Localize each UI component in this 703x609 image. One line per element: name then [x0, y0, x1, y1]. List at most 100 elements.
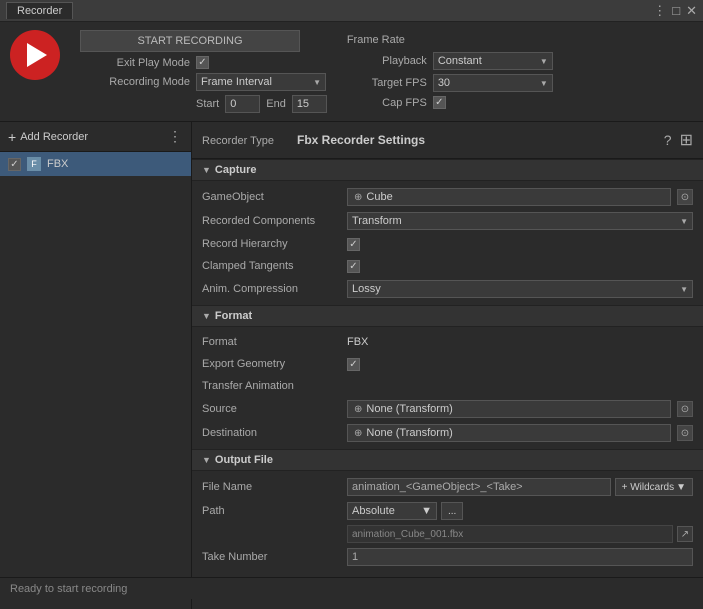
- start-input[interactable]: [225, 95, 260, 113]
- recorder-menu-button[interactable]: ⋮: [168, 128, 183, 145]
- recorder-tab[interactable]: Recorder: [6, 2, 73, 19]
- format-section: ▼ Format Format FBX Export Geometry: [192, 305, 703, 449]
- format-field-value: FBX: [347, 336, 693, 348]
- wildcards-button[interactable]: + Wildcards ▼: [615, 478, 693, 496]
- exit-play-mode-label: Exit Play Mode: [80, 57, 190, 69]
- capture-section-body: GameObject ⊕ Cube ⊙ Recorded Components: [192, 181, 703, 305]
- top-right-controls: Frame Rate Playback Constant ▼ Target FP…: [347, 30, 553, 113]
- playback-row: Playback Constant ▼: [347, 52, 553, 70]
- status-text: Ready to start recording: [10, 583, 127, 595]
- clamped-tangents-label: Clamped Tangents: [202, 260, 347, 272]
- format-section-body: Format FBX Export Geometry Transfer Anim…: [192, 327, 703, 449]
- file-name-value: + Wildcards ▼: [347, 478, 693, 496]
- path-select-text: Absolute: [352, 505, 395, 517]
- format-section-header[interactable]: ▼ Format: [192, 305, 703, 327]
- preview-path-row: animation_Cube_001.fbx ↗: [192, 523, 703, 545]
- source-row: Source ⊕ None (Transform) ⊙: [192, 397, 703, 421]
- anim-compression-select[interactable]: Lossy ▼: [347, 280, 693, 298]
- right-panel-header: Recorder Type Fbx Recorder Settings ? ⊞: [192, 122, 703, 159]
- destination-icon: ⊕: [354, 428, 362, 439]
- file-name-row: File Name + Wildcards ▼: [192, 475, 703, 499]
- end-label: End: [266, 98, 286, 110]
- transfer-animation-row: Transfer Animation: [192, 375, 703, 397]
- exit-play-mode-checkbox[interactable]: [196, 56, 209, 69]
- start-end-row: Start End: [80, 95, 327, 113]
- end-input[interactable]: [292, 95, 327, 113]
- recorder-item-checkbox[interactable]: [8, 158, 21, 171]
- title-bar-right: ⋮ □ ✕: [653, 3, 697, 19]
- recorder-type-container: Recorder Type Fbx Recorder Settings: [202, 133, 425, 147]
- record-hierarchy-row: Record Hierarchy: [192, 233, 703, 255]
- external-link-button[interactable]: ↗: [677, 526, 693, 542]
- start-label: Start: [196, 98, 219, 110]
- destination-picker[interactable]: ⊕ None (Transform): [347, 424, 671, 442]
- output-file-section-body: File Name + Wildcards ▼ Path: [192, 471, 703, 573]
- wildcards-arrow: ▼: [676, 482, 686, 493]
- layout-icon[interactable]: ⊞: [680, 130, 693, 150]
- add-recorder-button[interactable]: + Add Recorder: [8, 129, 88, 145]
- export-geometry-row: Export Geometry: [192, 353, 703, 375]
- playback-arrow: ▼: [540, 57, 548, 66]
- recorded-components-select[interactable]: Transform ▼: [347, 212, 693, 230]
- destination-pick-button[interactable]: ⊙: [677, 425, 693, 441]
- take-number-input[interactable]: [347, 548, 693, 566]
- main-layout: + Add Recorder ⋮ F FBX Recorder Type Fbx…: [0, 122, 703, 609]
- maximize-icon[interactable]: □: [672, 3, 680, 18]
- file-name-input[interactable]: [347, 478, 611, 496]
- export-geometry-checkbox[interactable]: [347, 358, 360, 371]
- take-number-row: Take Number: [192, 545, 703, 569]
- title-bar-left: Recorder: [6, 2, 73, 19]
- recorded-components-value: Transform ▼: [347, 212, 693, 230]
- recording-mode-select[interactable]: Frame Interval ▼: [196, 73, 326, 91]
- recording-mode-label: Recording Mode: [80, 76, 190, 88]
- play-icon: [27, 43, 47, 67]
- gameobject-picker[interactable]: ⊕ Cube: [347, 188, 671, 206]
- take-number-label: Take Number: [202, 551, 347, 563]
- gameobject-label: GameObject: [202, 191, 347, 203]
- browse-button[interactable]: ...: [441, 502, 463, 520]
- record-hierarchy-value: [347, 238, 693, 251]
- gameobject-value: ⊕ Cube ⊙: [347, 188, 693, 206]
- capture-section: ▼ Capture GameObject ⊕ Cube ⊙: [192, 159, 703, 305]
- target-fps-arrow: ▼: [540, 79, 548, 88]
- output-file-section: ▼ Output File File Name + Wildcards ▼: [192, 449, 703, 573]
- source-pick-button[interactable]: ⊙: [677, 401, 693, 417]
- anim-compression-arrow: ▼: [680, 285, 688, 294]
- clamped-tangents-checkbox[interactable]: [347, 260, 360, 273]
- play-button[interactable]: [10, 30, 60, 80]
- cap-fps-checkbox[interactable]: [433, 96, 446, 109]
- start-recording-button[interactable]: START RECORDING: [80, 30, 300, 52]
- left-panel: + Add Recorder ⋮ F FBX: [0, 122, 192, 609]
- clamped-tangents-row: Clamped Tangents: [192, 255, 703, 277]
- record-hierarchy-checkbox[interactable]: [347, 238, 360, 251]
- list-item[interactable]: F FBX: [0, 152, 191, 176]
- plus-icon: +: [8, 129, 16, 145]
- path-label: Path: [202, 505, 347, 517]
- gameobject-pick-button[interactable]: ⊙: [677, 189, 693, 205]
- target-fps-select[interactable]: 30 ▼: [433, 74, 553, 92]
- source-label: Source: [202, 403, 347, 415]
- capture-label: Capture: [215, 164, 257, 176]
- record-hierarchy-label: Record Hierarchy: [202, 238, 347, 250]
- cube-icon: ⊕: [354, 192, 362, 203]
- output-file-section-header[interactable]: ▼ Output File: [192, 449, 703, 471]
- anim-compression-row: Anim. Compression Lossy ▼: [192, 277, 703, 301]
- format-row: Format FBX: [192, 331, 703, 353]
- destination-text: None (Transform): [366, 427, 452, 439]
- destination-label: Destination: [202, 427, 347, 439]
- help-icon[interactable]: ?: [664, 132, 672, 148]
- output-file-triangle: ▼: [202, 455, 211, 465]
- format-text: FBX: [347, 336, 368, 348]
- source-icon: ⊕: [354, 404, 362, 415]
- source-picker[interactable]: ⊕ None (Transform): [347, 400, 671, 418]
- more-icon[interactable]: ⋮: [653, 3, 666, 19]
- close-icon[interactable]: ✕: [686, 3, 697, 19]
- format-field-label: Format: [202, 336, 347, 348]
- path-select[interactable]: Absolute ▼: [347, 502, 437, 520]
- recording-mode-row: Recording Mode Frame Interval ▼: [80, 73, 327, 91]
- recorder-item-label: FBX: [47, 158, 68, 170]
- playback-select[interactable]: Constant ▼: [433, 52, 553, 70]
- capture-section-header[interactable]: ▼ Capture: [192, 159, 703, 181]
- exit-play-mode-row: Exit Play Mode: [80, 56, 327, 69]
- recorded-components-arrow: ▼: [680, 217, 688, 226]
